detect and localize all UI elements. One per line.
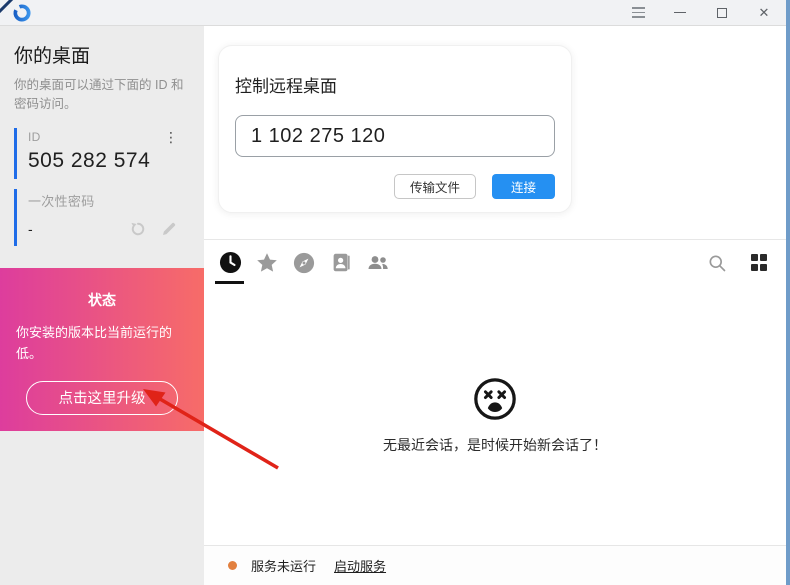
edit-pencil-icon[interactable] [160,220,178,238]
group-icon [368,256,388,269]
tab-recent-sessions[interactable] [215,251,244,284]
sidebar-description: 你的桌面可以通过下面的 ID 和密码访问。 [14,78,184,111]
clock-icon [219,251,241,274]
window-controls: ✕ [630,5,786,21]
service-statusbar: 服务未运行 启动服务 [204,545,786,585]
app-window: ✕ 你的桌面 你的桌面可以通过下面的 ID 和密码访问。 ID ⋮ 505 28… [0,0,790,585]
recent-sessions-empty-area: 无最近会话，是时候开始新会话了！ [204,285,786,545]
password-label: 一次性密码 [28,193,95,209]
service-status-text: 服务未运行 [251,559,317,574]
sidebar: 你的桌面 你的桌面可以通过下面的 ID 和密码访问。 ID ⋮ 505 282 … [0,26,204,585]
address-book-icon [333,253,350,272]
status-message: 你安装的版本比当前运行的低。 [16,325,173,362]
status-panel: 状态 你安装的版本比当前运行的低。 点击这里升级 [0,268,204,431]
app-logo-icon [13,4,31,22]
session-tabbar [204,240,786,285]
tabbar-right-tools [707,253,787,273]
dizzy-face-icon [474,377,516,420]
desktop-id-value[interactable]: 505 282 574 [28,149,190,173]
control-remote-desktop-card: 控制远程桌面 传输文件 连接 [218,45,572,213]
card-title: 控制远程桌面 [235,77,337,96]
status-title: 状态 [88,292,116,308]
star-icon [257,252,277,272]
refresh-icon[interactable] [129,220,147,238]
connect-card-zone: 控制远程桌面 传输文件 连接 [204,26,786,239]
tab-favorites[interactable] [255,251,279,275]
minimize-button[interactable] [672,5,688,21]
tab-address-book[interactable] [329,251,353,275]
active-tab-underline [215,280,244,284]
empty-state-message: 无最近会话，是时候开始新会话了！ [383,436,607,453]
compass-icon [293,252,315,273]
id-section: ID ⋮ 505 282 574 [14,127,190,179]
menu-hamburger-icon[interactable] [630,5,646,21]
one-time-password-section: 一次性密码 - [14,188,190,246]
kebab-menu-icon[interactable]: ⋮ [164,130,178,144]
search-icon[interactable] [707,253,727,273]
close-button[interactable]: ✕ [756,5,772,21]
maximize-button[interactable] [714,5,730,21]
password-value[interactable]: - [28,221,129,237]
connect-button[interactable]: 连接 [491,174,555,199]
transfer-file-button[interactable]: 传输文件 [393,174,476,199]
service-status-dot-icon [228,561,237,570]
main-panel: 控制远程桌面 传输文件 连接 [204,26,786,585]
grid-view-icon[interactable] [750,254,767,271]
upgrade-button[interactable]: 点击这里升级 [26,380,178,415]
remote-id-input[interactable] [235,115,555,157]
titlebar: ✕ [0,0,786,26]
start-service-link[interactable]: 启动服务 [334,556,386,575]
sidebar-title: 你的桌面 [14,46,91,67]
tab-discovered[interactable] [292,251,316,275]
tab-group[interactable] [366,251,390,275]
